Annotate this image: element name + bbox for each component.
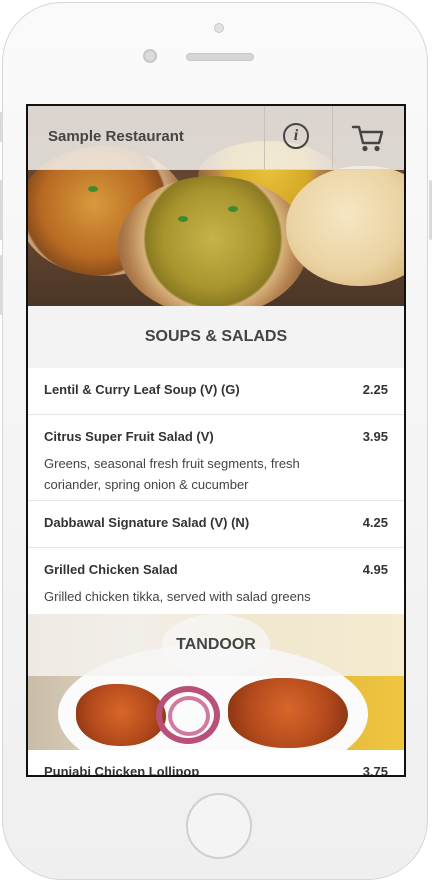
menu-item[interactable]: Punjabi Chicken Lollipop 3.75: [28, 750, 404, 777]
item-name: Grilled Chicken Salad: [44, 562, 178, 577]
volume-down-button: [0, 255, 3, 315]
herb-garnish: [228, 206, 238, 212]
section-header-soups-salads[interactable]: SOUPS & SALADS: [28, 306, 404, 368]
cart-button[interactable]: [333, 106, 404, 169]
item-price: 4.95: [362, 562, 388, 577]
item-description: Greens, seasonal fresh fruit segments, f…: [44, 456, 300, 492]
item-name: Dabbawal Signature Salad (V) (N): [44, 515, 250, 530]
section-title: TANDOOR: [176, 636, 256, 653]
item-price: 3.75: [362, 764, 388, 777]
herb-garnish: [88, 186, 98, 192]
app-screen: Sample Restaurant i SOUPS & SALADS Lenti…: [26, 104, 406, 777]
item-name: Lentil & Curry Leaf Soup (V) (G): [44, 382, 240, 397]
menu-item[interactable]: Citrus Super Fruit Salad (V) 3.95 Greens…: [28, 415, 404, 501]
item-description: Grilled chicken tikka, served with salad…: [44, 589, 311, 604]
onion-garnish: [168, 696, 210, 736]
front-camera: [143, 49, 157, 63]
info-icon: i: [283, 123, 309, 149]
herb-garnish: [178, 216, 188, 222]
item-price: 2.25: [362, 382, 388, 397]
info-button[interactable]: i: [264, 106, 332, 169]
sensor-dot: [214, 23, 224, 33]
menu-item[interactable]: Dabbawal Signature Salad (V) (N) 4.25: [28, 501, 404, 548]
restaurant-name: Sample Restaurant: [48, 128, 184, 145]
tandoori-chicken: [228, 678, 348, 748]
menu-item[interactable]: Lentil & Curry Leaf Soup (V) (G) 2.25: [28, 368, 404, 415]
item-name: Punjabi Chicken Lollipop: [44, 764, 200, 777]
item-price: 3.95: [362, 429, 388, 444]
section-header-tandoor[interactable]: TANDOOR: [28, 614, 404, 750]
item-name: Citrus Super Fruit Salad (V): [44, 429, 214, 444]
cart-icon: [351, 125, 384, 152]
top-bar: Sample Restaurant i: [28, 106, 404, 170]
earpiece-speaker: [186, 53, 254, 61]
mute-switch: [0, 112, 3, 142]
tandoori-chicken: [76, 684, 166, 746]
item-price: 4.25: [362, 515, 388, 530]
volume-up-button: [0, 180, 3, 240]
menu-item[interactable]: Grilled Chicken Salad 4.95 Grilled chick…: [28, 548, 404, 614]
curry-bowl: [118, 176, 308, 306]
home-button[interactable]: [186, 793, 252, 859]
